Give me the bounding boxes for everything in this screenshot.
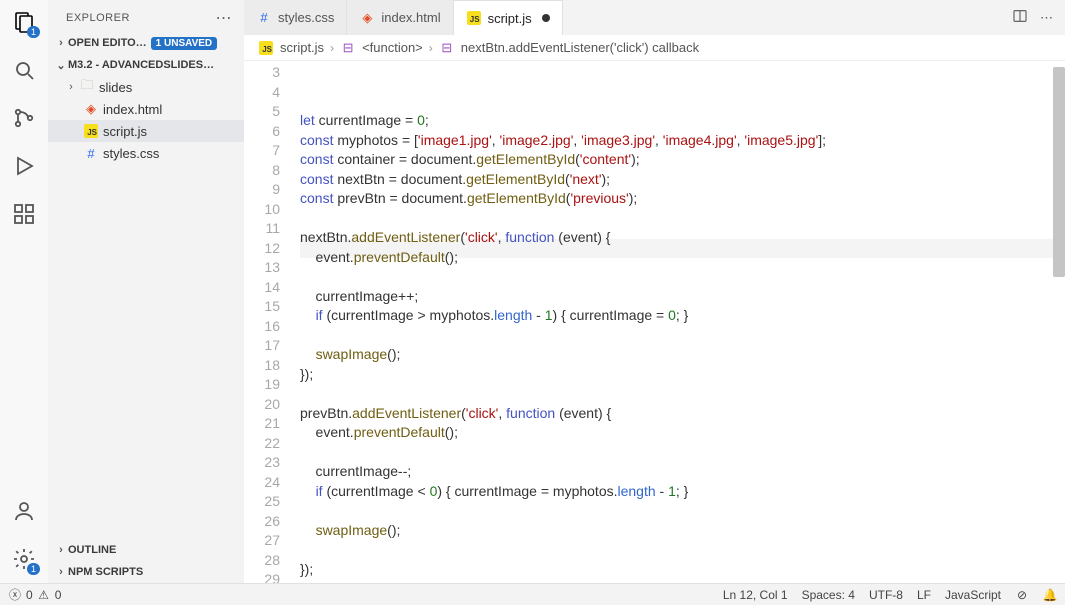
tab-bar: # styles.css ◈ index.html JS script.js ⋯ [244, 0, 1065, 35]
encoding-status[interactable]: UTF-8 [869, 588, 903, 602]
symbol-icon: ⊟ [340, 40, 356, 56]
unsaved-badge: 1 UNSAVED [151, 37, 218, 50]
js-icon: JS [466, 10, 482, 26]
folder-slides[interactable]: › 🗀 slides [48, 76, 244, 98]
breadcrumb-scope2[interactable]: nextBtn.addEventListener('click') callba… [461, 40, 699, 55]
line-gutter: 3456789101112131415161718192021222324252… [244, 61, 300, 583]
search-icon[interactable] [10, 56, 38, 84]
editor-more-icon[interactable]: ⋯ [1040, 10, 1053, 26]
breadcrumb-file[interactable]: script.js [280, 40, 324, 55]
explorer-more-icon[interactable]: ⋯ [216, 8, 233, 28]
code-editor[interactable]: 3456789101112131415161718192021222324252… [244, 61, 1065, 583]
notifications-icon[interactable]: 🔔 [1043, 588, 1057, 602]
status-bar: ⓧ0 ⚠0 Ln 12, Col 1 Spaces: 4 UTF-8 LF Ja… [0, 583, 1065, 605]
file-script-js[interactable]: JS script.js [48, 120, 244, 142]
settings-gear-icon[interactable]: 1 [10, 545, 38, 573]
run-debug-icon[interactable] [10, 152, 38, 180]
file-tree: › OPEN EDITO… 1 UNSAVED ⌄ M3.2 - ADVANCE… [48, 32, 244, 539]
html-icon: ◈ [359, 10, 375, 26]
problems-status[interactable]: ⓧ0 ⚠0 [8, 588, 61, 602]
js-icon: JS [82, 124, 100, 138]
language-mode[interactable]: JavaScript [945, 588, 1001, 602]
symbol-icon: ⊟ [439, 40, 455, 56]
code-area[interactable]: let currentImage = 0;const myphotos = ['… [300, 61, 1053, 583]
html-icon: ◈ [82, 101, 100, 117]
vertical-scrollbar[interactable] [1053, 61, 1065, 583]
css-icon: # [82, 146, 100, 161]
editor-group: # styles.css ◈ index.html JS script.js ⋯ [244, 0, 1065, 583]
css-icon: # [256, 10, 272, 26]
outline-section[interactable]: ›OUTLINE [48, 539, 244, 561]
extensions-icon[interactable] [10, 200, 38, 228]
folder-root[interactable]: ⌄ M3.2 - ADVANCEDSLIDES… [48, 54, 244, 76]
folder-icon: 🗀 [78, 76, 96, 98]
breadcrumb-scope1[interactable]: <function> [362, 40, 423, 55]
open-editors-section[interactable]: › OPEN EDITO… 1 UNSAVED [48, 32, 244, 54]
error-icon: ⓧ [8, 588, 22, 602]
tab-index-html[interactable]: ◈ index.html [347, 0, 453, 35]
indentation-status[interactable]: Spaces: 4 [802, 588, 855, 602]
explorer-badge: 1 [27, 26, 40, 38]
feedback-icon[interactable]: ⊘ [1015, 588, 1029, 602]
breadcrumbs[interactable]: JS script.js › ⊟ <function> › ⊟ nextBtn.… [244, 35, 1065, 61]
explorer-icon[interactable]: 1 [10, 8, 38, 36]
tab-script-js[interactable]: JS script.js [454, 0, 563, 35]
settings-badge: 1 [27, 563, 40, 575]
explorer-title: EXPLORER [66, 12, 130, 24]
activity-bar: 1 1 [0, 0, 48, 583]
accounts-icon[interactable] [10, 497, 38, 525]
split-editor-icon[interactable] [1012, 8, 1028, 27]
sidebar: EXPLORER ⋯ › OPEN EDITO… 1 UNSAVED ⌄ M3.… [48, 0, 244, 583]
file-styles-css[interactable]: # styles.css [48, 142, 244, 164]
source-control-icon[interactable] [10, 104, 38, 132]
eol-status[interactable]: LF [917, 588, 931, 602]
tab-styles-css[interactable]: # styles.css [244, 0, 347, 35]
cursor-position[interactable]: Ln 12, Col 1 [723, 588, 788, 602]
npm-scripts-section[interactable]: ›NPM SCRIPTS [48, 561, 244, 583]
warning-icon: ⚠ [37, 588, 51, 602]
dirty-indicator-icon [542, 14, 550, 22]
js-icon: JS [258, 40, 274, 56]
file-index-html[interactable]: ◈ index.html [48, 98, 244, 120]
